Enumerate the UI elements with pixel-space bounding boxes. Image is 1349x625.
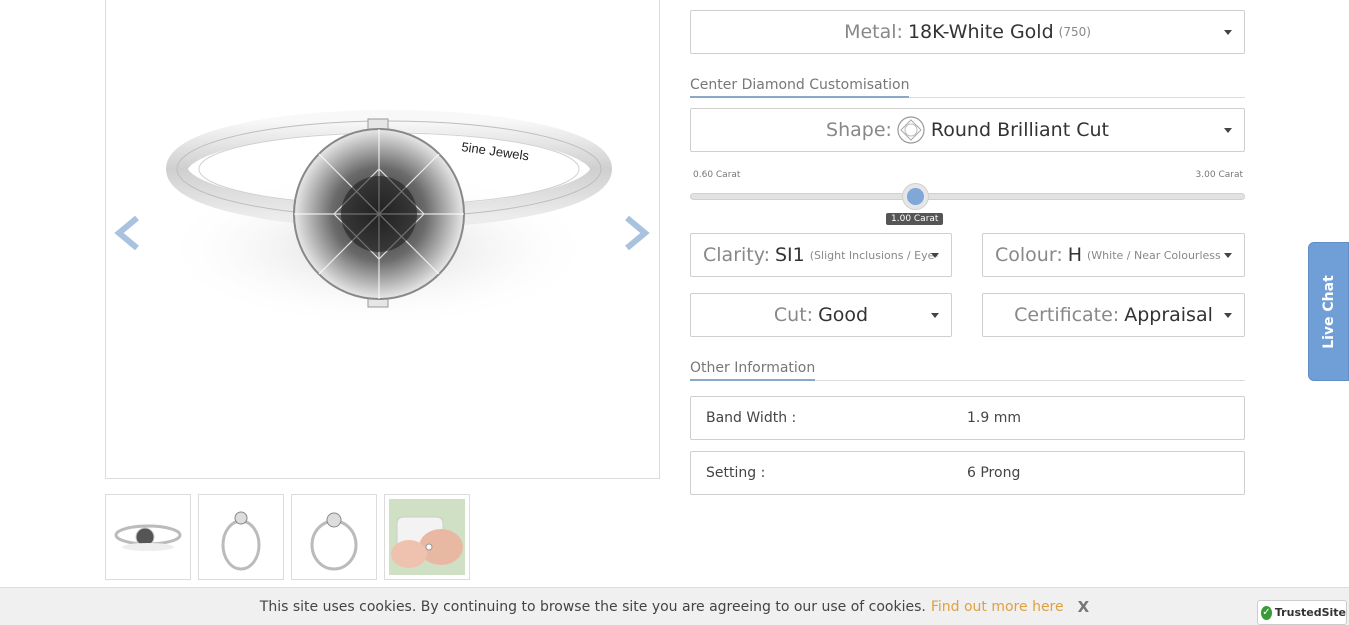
shape-label: Shape:	[826, 119, 892, 141]
cookie-close-button[interactable]: X	[1078, 598, 1090, 616]
clarity-select[interactable]: Clarity: SI1 (Slight Inclusions / Eye-	[690, 233, 952, 277]
carat-slider: 0.60 Carat 3.00 Carat 1.00 Carat	[690, 168, 1245, 228]
cookie-text: This site uses cookies. By continuing to…	[259, 598, 926, 615]
ring-side-thumbnail-icon	[221, 511, 261, 570]
ring-image: 5ine Jewels	[158, 110, 612, 329]
cookie-banner: This site uses cookies. By continuing to…	[0, 587, 1349, 625]
clarity-value: SI1	[775, 244, 805, 266]
metal-value: 18K-White Gold	[907, 21, 1054, 43]
colour-select[interactable]: Colour: H (White / Near Colourless	[982, 233, 1245, 277]
chevron-left-icon	[114, 215, 139, 251]
product-page: 5ine Jewels Metal: 18K-White Gold (750) …	[0, 0, 1349, 625]
live-chat-label: Live Chat	[1320, 274, 1337, 349]
cut-label: Cut:	[773, 304, 814, 326]
round-diamond-icon	[897, 116, 925, 144]
slider-handle[interactable]	[903, 184, 928, 209]
colour-sub: (White / Near Colourless	[1087, 248, 1221, 262]
certificate-select[interactable]: Certificate: Appraisal	[982, 293, 1245, 337]
trusted-site-label: TrustedSite	[1274, 606, 1346, 619]
cut-select[interactable]: Cut: Good	[690, 293, 952, 337]
caret-down-icon	[931, 253, 939, 258]
certificate-value: Appraisal	[1124, 304, 1213, 326]
trusted-site-badge[interactable]: ✓ TrustedSite	[1257, 600, 1347, 625]
previous-image-arrow[interactable]	[113, 215, 147, 251]
ring-profile-thumbnail-icon	[310, 512, 358, 570]
slider-value-tooltip: 1.00 Carat	[886, 213, 944, 225]
live-chat-tab[interactable]: Live Chat	[1308, 242, 1349, 381]
main-product-image: 5ine Jewels	[105, 0, 660, 479]
ring-top-thumbnail-icon	[114, 524, 182, 551]
cookie-more-link[interactable]: Find out more here	[931, 599, 1064, 615]
center-diamond-section-title: Center Diamond Customisation	[690, 74, 1245, 98]
info-value: 1.9 mm	[967, 410, 1021, 426]
caret-down-icon	[1224, 253, 1232, 258]
caret-down-icon	[1224, 313, 1232, 318]
thumbnail-ring-profile[interactable]	[291, 494, 377, 580]
info-value: 6 Prong	[967, 465, 1021, 481]
info-key: Setting :	[706, 465, 766, 481]
setting-row: Setting : 6 Prong	[690, 451, 1245, 495]
band-width-row: Band Width : 1.9 mm	[690, 396, 1245, 440]
thumbnail-ring-top[interactable]	[105, 494, 191, 580]
colour-value: H	[1067, 244, 1083, 266]
colour-label: Colour:	[995, 244, 1063, 266]
hand-photo-thumbnail-icon	[389, 499, 465, 575]
cut-value: Good	[818, 304, 869, 326]
shape-select[interactable]: Shape: Round Brilliant Cut	[690, 108, 1245, 152]
slider-track[interactable]	[690, 193, 1245, 200]
thumbnail-strip	[105, 494, 470, 580]
thumbnail-ring-on-hand[interactable]	[384, 494, 470, 580]
caret-down-icon	[1224, 30, 1232, 35]
metal-label: Metal:	[844, 21, 903, 43]
shape-value: Round Brilliant Cut	[930, 119, 1109, 141]
thumbnail-ring-side[interactable]	[198, 494, 284, 580]
next-image-arrow[interactable]	[617, 215, 651, 251]
caret-down-icon	[1224, 128, 1232, 133]
other-info-section-title: Other Information	[690, 357, 1245, 381]
info-key: Band Width :	[706, 410, 797, 426]
slider-max-label: 3.00 Carat	[1195, 170, 1243, 180]
clarity-label: Clarity:	[703, 244, 770, 266]
check-icon: ✓	[1261, 605, 1272, 620]
slider-min-label: 0.60 Carat	[693, 170, 741, 180]
metal-sub: (750)	[1058, 25, 1091, 39]
caret-down-icon	[931, 313, 939, 318]
metal-select[interactable]: Metal: 18K-White Gold (750)	[690, 10, 1245, 54]
chevron-right-icon	[625, 215, 650, 251]
certificate-label: Certificate:	[1014, 304, 1120, 326]
clarity-sub: (Slight Inclusions / Eye-	[809, 248, 939, 262]
